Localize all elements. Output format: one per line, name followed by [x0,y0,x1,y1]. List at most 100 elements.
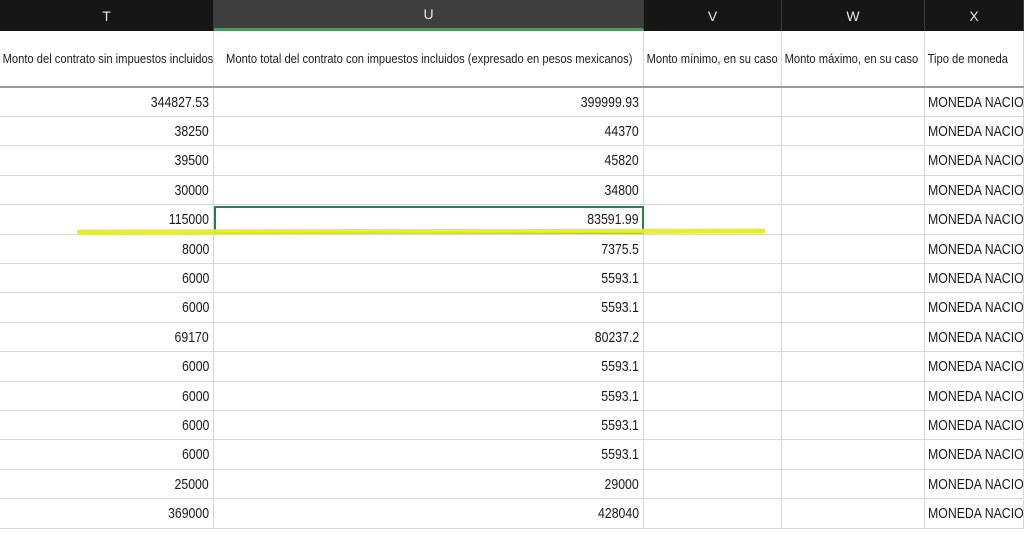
cell-monto-sin-impuestos[interactable]: 6000 [0,411,214,440]
cell-monto-minimo[interactable] [644,382,782,410]
cell-value: MONEDA NACIOI [928,211,1024,229]
cell-monto-maximo[interactable] [782,235,925,263]
cell-monto-sin-impuestos[interactable]: 39500 [0,146,214,175]
cell-monto-minimo[interactable] [644,293,782,322]
cell-monto-total[interactable]: 5593.1 [214,264,644,293]
cell-monto-minimo[interactable] [644,323,782,352]
cell-tipo-moneda[interactable]: MONEDA NACIOI [925,293,1024,322]
cell-monto-minimo[interactable] [644,146,782,175]
cell-monto-sin-impuestos[interactable]: 6000 [0,382,214,410]
cell-value: 6000 [181,299,209,317]
cell-monto-sin-impuestos[interactable]: 6000 [0,293,214,322]
cell-monto-maximo[interactable] [782,88,925,116]
cell-tipo-moneda[interactable]: MONEDA NACIOI [925,499,1024,528]
cell-monto-maximo[interactable] [782,293,925,322]
cell-tipo-moneda[interactable]: MONEDA NACIOI [925,146,1024,175]
cell-monto-sin-impuestos[interactable]: 8000 [0,235,214,263]
header-cell-monto-maximo[interactable]: Monto máximo, en su caso [782,31,925,86]
cell-monto-total[interactable]: 5593.1 [214,440,644,469]
cell-monto-total[interactable]: 29000 [214,470,644,499]
cell-monto-sin-impuestos[interactable]: 6000 [0,440,214,469]
cell-value: 7375.5 [601,240,639,258]
cell-value: 80237.2 [594,328,639,346]
cell-monto-maximo[interactable] [782,205,925,234]
cell-monto-minimo[interactable] [644,499,782,528]
cell-monto-sin-impuestos[interactable]: 38250 [0,117,214,146]
cell-monto-minimo[interactable] [644,470,782,499]
cell-value: MONEDA NACIOI [928,299,1024,317]
header-cell-monto-total[interactable]: Monto total del contrato con impuestos i… [214,31,644,86]
cell-monto-total[interactable]: 428040 [214,499,644,528]
column-letter-bar: T U V W X [0,0,1024,31]
table-row: 25000 29000 MONEDA NACIOI [0,470,1024,500]
cell-monto-sin-impuestos[interactable]: 6000 [0,264,214,293]
cell-monto-maximo[interactable] [782,264,925,293]
cell-tipo-moneda[interactable]: MONEDA NACIOI [925,352,1024,381]
header-cell-monto-sin-impuestos[interactable]: Monto del contrato sin impuestos incluid… [0,31,215,86]
cell-tipo-moneda[interactable]: MONEDA NACIOI [925,264,1024,293]
cell-monto-sin-impuestos[interactable]: 69170 [0,323,214,352]
cell-monto-minimo[interactable] [644,411,782,440]
cell-monto-minimo[interactable] [644,264,782,293]
cell-monto-total[interactable]: 5593.1 [214,382,644,410]
cell-monto-sin-impuestos[interactable]: 25000 [0,470,214,499]
column-letter-u[interactable]: U [214,0,644,31]
cell-monto-minimo[interactable] [644,440,782,469]
cell-value: 5593.1 [601,299,639,317]
table-row: 38250 44370 MONEDA NACIOI [0,117,1024,147]
cell-monto-maximo[interactable] [782,117,925,146]
cell-monto-maximo[interactable] [782,411,925,440]
cell-tipo-moneda[interactable]: MONEDA NACIOI [925,470,1024,499]
cell-tipo-moneda[interactable]: MONEDA NACIOI [925,235,1024,263]
cell-monto-maximo[interactable] [782,382,925,410]
cell-monto-maximo[interactable] [782,146,925,175]
cell-monto-total[interactable]: 5593.1 [214,352,644,381]
table-row: 8000 7375.5 MONEDA NACIOI [0,235,1024,264]
cell-monto-maximo[interactable] [782,323,925,352]
cell-tipo-moneda[interactable]: MONEDA NACIOI [925,411,1024,440]
column-letter-t[interactable]: T [0,0,214,31]
cell-monto-maximo[interactable] [782,176,925,205]
cell-monto-total[interactable]: 399999.93 [214,88,644,116]
cell-tipo-moneda[interactable]: MONEDA NACIOI [925,323,1024,352]
cell-value: 6000 [181,269,209,287]
cell-value: 6000 [181,358,209,376]
cell-tipo-moneda[interactable]: MONEDA NACIOI [925,176,1024,205]
cell-monto-total[interactable]: 34800 [214,176,644,205]
cell-monto-minimo[interactable] [644,235,782,263]
cell-value: 399999.93 [580,93,639,111]
cell-tipo-moneda[interactable]: MONEDA NACIOI [925,382,1024,410]
cell-monto-minimo[interactable] [644,117,782,146]
cell-monto-maximo[interactable] [782,440,925,469]
yellow-highlight-line [76,228,766,235]
cell-tipo-moneda[interactable]: MONEDA NACIOI [925,440,1024,469]
cell-tipo-moneda[interactable]: MONEDA NACIOI [925,117,1024,146]
cell-monto-maximo[interactable] [782,470,925,499]
cell-monto-total[interactable]: 44370 [214,117,644,146]
cell-monto-total[interactable]: 5593.1 [214,411,644,440]
cell-value: 45820 [604,152,639,170]
cell-monto-sin-impuestos[interactable]: 369000 [0,499,214,528]
cell-tipo-moneda[interactable]: MONEDA NACIOI [925,205,1024,234]
cell-monto-maximo[interactable] [782,499,925,528]
column-letter-v[interactable]: V [644,0,782,31]
cell-monto-maximo[interactable] [782,352,925,381]
column-letter-w[interactable]: W [782,0,925,31]
cell-monto-total[interactable]: 7375.5 [214,235,644,263]
cell-monto-sin-impuestos[interactable]: 344827.53 [0,88,214,116]
cell-tipo-moneda[interactable]: MONEDA NACIOI [925,88,1024,116]
cell-value: MONEDA NACIOI [928,475,1024,493]
cell-monto-total[interactable]: 45820 [214,146,644,175]
cell-monto-total[interactable]: 80237.2 [214,323,644,352]
cell-monto-minimo[interactable] [644,88,782,116]
cell-monto-total[interactable]: 5593.1 [214,293,644,322]
header-cell-monto-minimo[interactable]: Monto mínimo, en su caso [644,31,782,86]
cell-monto-sin-impuestos[interactable]: 6000 [0,352,214,381]
cell-monto-sin-impuestos[interactable]: 30000 [0,176,214,205]
cell-value: 369000 [167,505,209,523]
cell-monto-minimo[interactable] [644,176,782,205]
cell-value: MONEDA NACIOI [928,358,1024,376]
header-cell-tipo-moneda[interactable]: Tipo de moneda [925,31,1024,86]
column-letter-x[interactable]: X [925,0,1024,31]
cell-monto-minimo[interactable] [644,352,782,381]
